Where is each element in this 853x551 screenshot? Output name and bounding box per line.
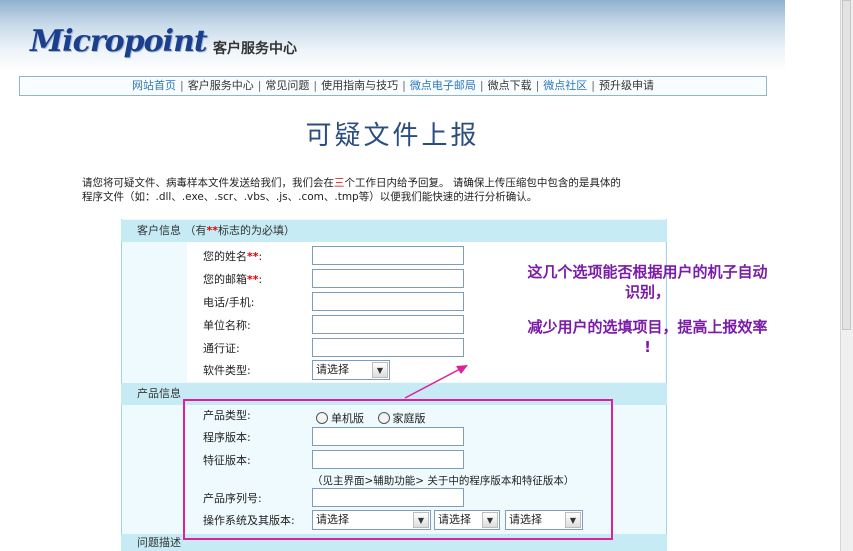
annotation-line4: !	[644, 338, 651, 356]
annotation-line2: 识别，	[624, 283, 670, 301]
annotation-line1: 这几个选项能否根据用户的机子自动	[527, 263, 768, 281]
annotation-line3: 减少用户的选填项目，提高上报效率	[527, 318, 768, 336]
annotation-spacer	[470, 302, 825, 317]
annotation-note: 这几个选项能否根据用户的机子自动 识别， 减少用户的选填项目，提高上报效率 !	[470, 262, 825, 357]
